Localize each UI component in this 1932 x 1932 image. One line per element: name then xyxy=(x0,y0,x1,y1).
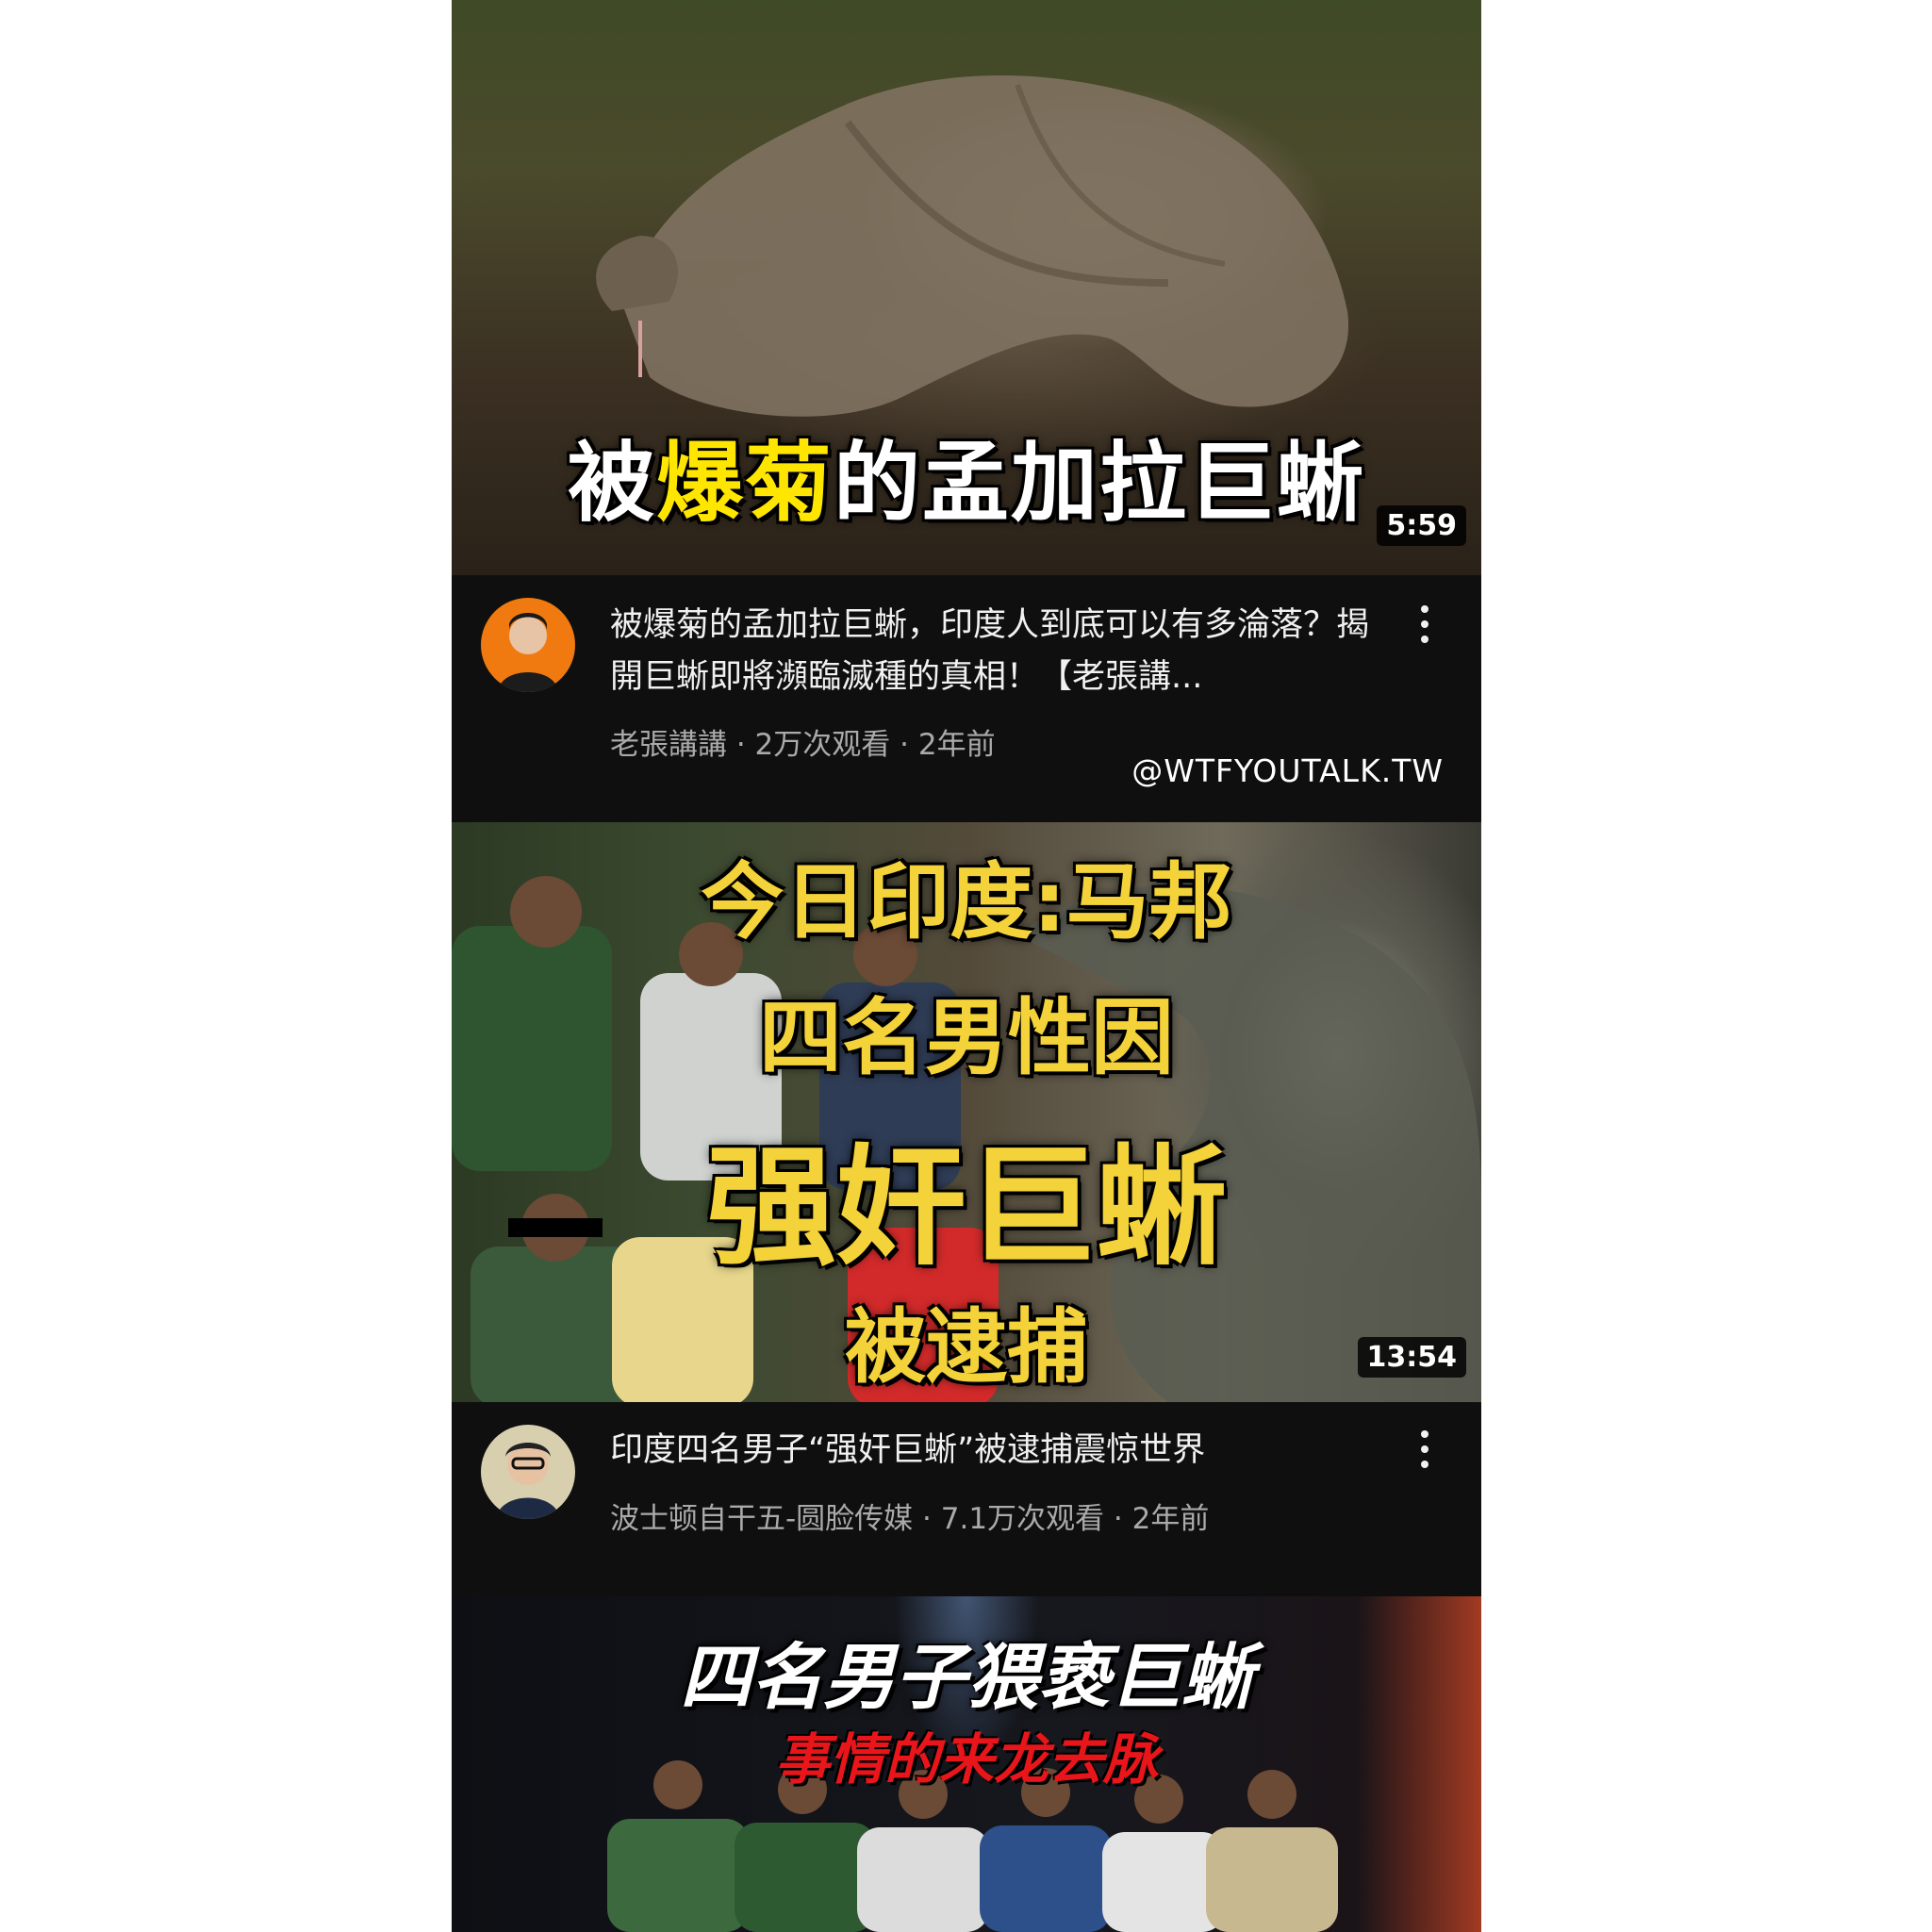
thumbnail-line-2: 四名男性因 xyxy=(758,989,1174,1086)
video-title[interactable]: 被爆菊的孟加拉巨蜥，印度人到底可以有多淪落？揭開巨蜥即將瀕臨滅種的真相！【老張講… xyxy=(610,600,1383,703)
duration-badge: 5:59 xyxy=(1377,505,1466,546)
more-vert-icon[interactable] xyxy=(1419,1430,1430,1476)
duration-badge: 13:54 xyxy=(1357,1337,1466,1378)
more-vert-icon[interactable] xyxy=(1419,605,1430,651)
video-meta-1[interactable]: 被爆菊的孟加拉巨蜥，印度人到底可以有多淪落？揭開巨蜥即將瀕臨滅種的真相！【老張講… xyxy=(452,575,1481,822)
thumbnail-title: 被爆菊的孟加拉巨蜥 xyxy=(567,433,1366,534)
channel-avatar[interactable] xyxy=(481,598,575,692)
avatar-face-icon xyxy=(498,613,558,692)
avatar-face-icon xyxy=(496,1443,560,1519)
video-subtitle: 波士顿自干五-圆脸传媒 · 7.1万次观看 · 2年前 xyxy=(610,1502,1210,1536)
thumbnail-line-1: 今日印度:马邦 xyxy=(701,853,1232,950)
video-thumbnail-1[interactable]: 被爆菊的孟加拉巨蜥 5:59 xyxy=(452,0,1481,575)
video-meta-2[interactable]: 印度四名男子“强奸巨蜥”被逮捕震惊世界 波士顿自干五-圆脸传媒 · 7.1万次观… xyxy=(452,1402,1481,1596)
video-subtitle: 老張講講 · 2万次观看 · 2年前 xyxy=(610,728,996,762)
watermark: @WTFYOUTALK.TW xyxy=(1131,752,1444,789)
video-thumbnail-3[interactable]: 四名男子猥亵巨蜥 事情的来龙去脉 xyxy=(452,1596,1481,1932)
youtube-feed: 被爆菊的孟加拉巨蜥 5:59 被爆菊的孟加拉巨蜥，印度人到底可以有多淪落？揭開巨… xyxy=(452,0,1481,1932)
thumbnail-subtitle: 事情的来龙去脉 xyxy=(774,1727,1158,1792)
thumbnail-title: 四名男子猥亵巨蜥 xyxy=(680,1635,1253,1719)
video-thumbnail-2[interactable]: 今日印度:马邦 四名男性因 强奸巨蜥 被逮捕 xyxy=(452,822,1481,1402)
thumbnail-line-4: 被逮捕 xyxy=(845,1300,1088,1395)
thumbnail-line-3: 强奸巨蜥 xyxy=(705,1131,1227,1283)
video-title[interactable]: 印度四名男子“强奸巨蜥”被逮捕震惊世界 xyxy=(610,1425,1383,1477)
channel-avatar[interactable] xyxy=(481,1425,575,1519)
